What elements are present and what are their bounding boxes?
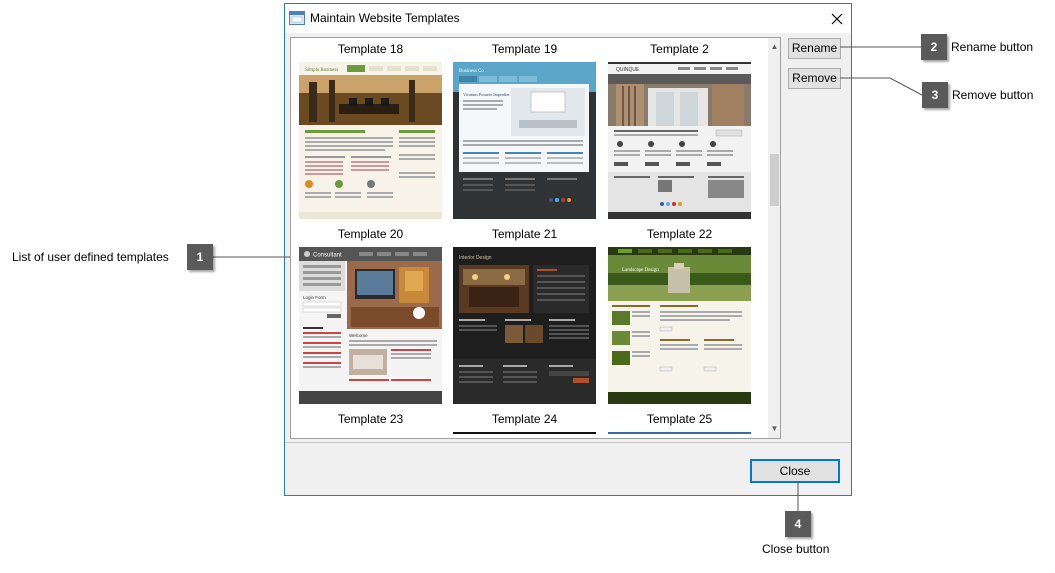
callout-3-badge: 3 [922,82,948,108]
callout-2-text: Rename button [951,40,1034,54]
callout-1-text: List of user defined templates [12,250,169,264]
callout-1-badge: 1 [187,244,213,270]
callout-4-badge: 4 [785,511,811,537]
callout-4-text: Close button [762,542,830,556]
callout-3-text: Remove button [952,88,1034,102]
callout-leader-lines [213,46,923,511]
callout-2-badge: 2 [921,34,947,60]
